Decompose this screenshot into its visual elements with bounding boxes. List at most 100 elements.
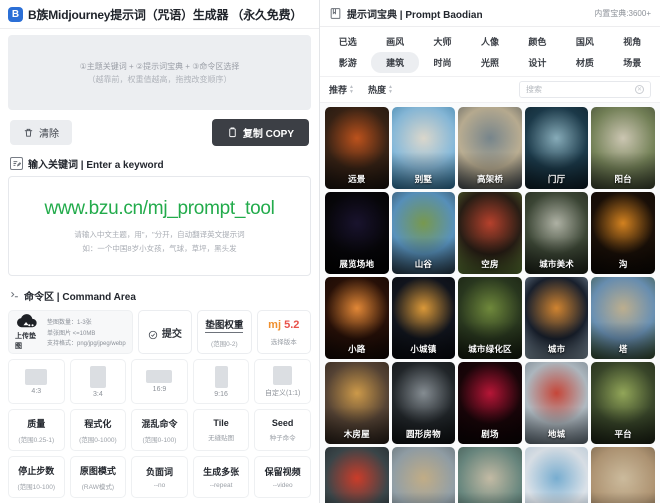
prompt-tile[interactable]: 城市美术 [524, 192, 589, 274]
tab-portrait[interactable]: 人像 [466, 31, 513, 52]
prompt-tile[interactable]: 剧场 [458, 362, 522, 444]
prompt-tile[interactable]: 山谷 [391, 192, 456, 274]
param-negative[interactable]: 负面词 --no [131, 456, 188, 498]
tab-film-game[interactable]: 影游 [324, 52, 371, 73]
aspect-preview-shape [146, 370, 173, 383]
tab-scene[interactable]: 场景 [609, 52, 656, 73]
prompt-tile[interactable]: 地城 [524, 362, 589, 444]
tab-fashion[interactable]: 时尚 [419, 52, 466, 73]
aspect-ratio-custom[interactable]: 自定义(1:1) [254, 359, 311, 404]
clear-button[interactable]: 清除 [10, 120, 72, 146]
left-panel: B B族Midjourney提示词（咒语）生成器 （永久免费） ①主题关键词 +… [0, 0, 320, 503]
tab-lighting[interactable]: 光照 [466, 52, 513, 73]
prompt-tile[interactable]: 门厅 [524, 107, 589, 189]
prompt-tile[interactable]: 城市 [524, 277, 589, 359]
param-sub: (范围0.25-1) [18, 436, 55, 444]
tab-selected[interactable]: 已选 [324, 31, 371, 52]
param-title: 混乱命令 [141, 418, 178, 429]
submit-button[interactable]: 提交 [137, 310, 193, 354]
prompt-tile[interactable]: 阳台 [591, 107, 655, 189]
version-select-card[interactable]: mj 5.2 选择版本 [256, 310, 311, 354]
prompt-tile[interactable]: 高架桥 [458, 107, 522, 189]
drop-zone-hint-secondary: （越靠前，权重值越高，拖拽改变顺序） [87, 74, 232, 84]
prompt-tile[interactable]: 别墅 [391, 107, 456, 189]
baodian-header: 提示词宝典 | Prompt Baodian 内置宝典:3600+ [320, 0, 660, 27]
sort-recommended[interactable]: 推荐 ▲ ▼ [329, 83, 354, 96]
prompt-tile[interactable]: 圆形房物 [391, 362, 456, 444]
aspect-ratio-row: 4:3 3:4 16:9 9:16 自定义(1:1) [0, 359, 319, 409]
prompt-tile[interactable]: 空房 [458, 192, 522, 274]
param-seed[interactable]: Seed 种子命令 [254, 409, 311, 451]
search-box[interactable]: ✕ [519, 81, 651, 98]
param-sub: --video [272, 482, 293, 489]
param-quality[interactable]: 质量 (范围0.25-1) [8, 409, 65, 451]
prompt-tile-caption: 平台 [614, 429, 632, 439]
param-stylize[interactable]: 程式化 (范围0-1000) [69, 409, 127, 451]
prompt-tile[interactable]: 乔治亚式 [458, 447, 522, 503]
prompt-tile[interactable]: 船舶风格 [391, 447, 456, 503]
param-chaos[interactable]: 混乱命令 (范围0-100) [131, 409, 188, 451]
param-sub: --repeat [209, 482, 233, 489]
prompt-tile[interactable]: 塔 [591, 277, 655, 359]
upload-label: 上传垫图 [15, 332, 36, 350]
tab-chinese-style[interactable]: 国风 [561, 31, 608, 52]
param-title: 质量 [27, 418, 46, 429]
trash-icon [23, 127, 34, 138]
app-title-bar: B B族Midjourney提示词（咒语）生成器 （永久免费） [0, 0, 319, 29]
edit-note-icon [10, 157, 23, 171]
tile-gradient-overlay [524, 447, 589, 503]
prompt-tile[interactable]: 沟 [591, 192, 655, 274]
prompt-tile-caption: 山谷 [414, 259, 433, 269]
param-stop[interactable]: 停止步数 (范围10-100) [8, 456, 65, 498]
prompt-tile[interactable]: 远景 [325, 107, 389, 189]
prompt-tile[interactable]: 小城镇 [391, 277, 456, 359]
prompt-tile[interactable]: 柱厅式 [591, 447, 655, 503]
prompt-tile[interactable]: 冰屋 [524, 447, 589, 503]
prompt-drop-zone[interactable]: ①主题关键词 + ②提示词宝典 + ③命令区选择 （越靠前，权重值越高，拖拽改变… [8, 35, 311, 111]
tab-perspective[interactable]: 视角 [609, 31, 656, 52]
clear-button-label: 清除 [39, 129, 59, 141]
param-video[interactable]: 保留视频 --video [254, 456, 311, 498]
aspect-ratio-label: 16:9 [152, 386, 167, 393]
param-tile[interactable]: Tile 无缝贴图 [192, 409, 250, 451]
right-panel: 提示词宝典 | Prompt Baodian 内置宝典:3600+ 已选 画风 … [320, 0, 660, 503]
tile-gradient-overlay [391, 447, 456, 503]
prompt-tile-caption: 剧场 [481, 429, 499, 439]
prompt-tile[interactable]: 帐篷 [325, 447, 389, 503]
tab-architecture[interactable]: 建筑 [371, 52, 419, 73]
tab-art-style[interactable]: 画风 [371, 31, 418, 52]
param-title: 保留视频 [264, 467, 301, 477]
aspect-ratio-9-16[interactable]: 9:16 [192, 359, 250, 404]
aspect-ratio-16-9[interactable]: 16:9 [131, 359, 188, 404]
prompt-tile[interactable]: 小路 [325, 277, 389, 359]
aspect-ratio-3-4[interactable]: 3:4 [69, 359, 127, 404]
tab-color[interactable]: 颜色 [514, 31, 561, 52]
prompt-tile-caption: 塔 [618, 344, 628, 354]
prompt-tile[interactable]: 平台 [591, 362, 655, 444]
prompt-tile[interactable]: 展览场地 [325, 192, 389, 274]
prompt-tile[interactable]: 城市绿化区 [458, 277, 522, 359]
keyword-input-area[interactable]: www.bzu.cn/mj_prompt_tool 请输入中文主题，用"，"分开… [8, 176, 311, 276]
sort-popularity[interactable]: 热度 ▲ ▼ [368, 83, 393, 96]
tab-masters[interactable]: 大师 [419, 31, 466, 52]
upload-icon-group: 上传垫图 [15, 313, 41, 351]
upload-meta-size: 单张图片 <=10MB [47, 330, 96, 337]
tab-material[interactable]: 材质 [561, 52, 608, 73]
param-repeat[interactable]: 生成多张 --repeat [192, 456, 250, 498]
terminal-icon [10, 286, 19, 304]
upload-meta-count: 垫图数量：1-3张 [47, 320, 92, 326]
book-icon [329, 7, 342, 20]
aspect-ratio-label: 3:4 [93, 390, 103, 398]
prompt-tile[interactable]: 木房屋 [325, 362, 389, 444]
param-raw-mode[interactable]: 原图模式 (RAW模式) [69, 456, 127, 498]
image-weight-card[interactable]: 垫图权重 (范围0-2) [197, 310, 252, 354]
search-input[interactable] [526, 85, 635, 94]
copy-button[interactable]: 复制 COPY [211, 119, 309, 147]
prompt-tile-caption: 阳台 [614, 174, 632, 184]
param-sub: (范围0-100) [142, 436, 177, 444]
keyword-hint-2: 如：一个中国8岁小女孩，气球，草坪，黑头发 [82, 244, 237, 254]
upload-reference-image-card[interactable]: 上传垫图 垫图数量：1-3张 单张图片 <=10MB 支持格式：png/jpg/… [8, 310, 133, 354]
tab-design[interactable]: 设计 [514, 52, 561, 73]
clear-search-icon[interactable]: ✕ [635, 85, 644, 94]
aspect-ratio-4-3[interactable]: 4:3 [8, 359, 65, 404]
